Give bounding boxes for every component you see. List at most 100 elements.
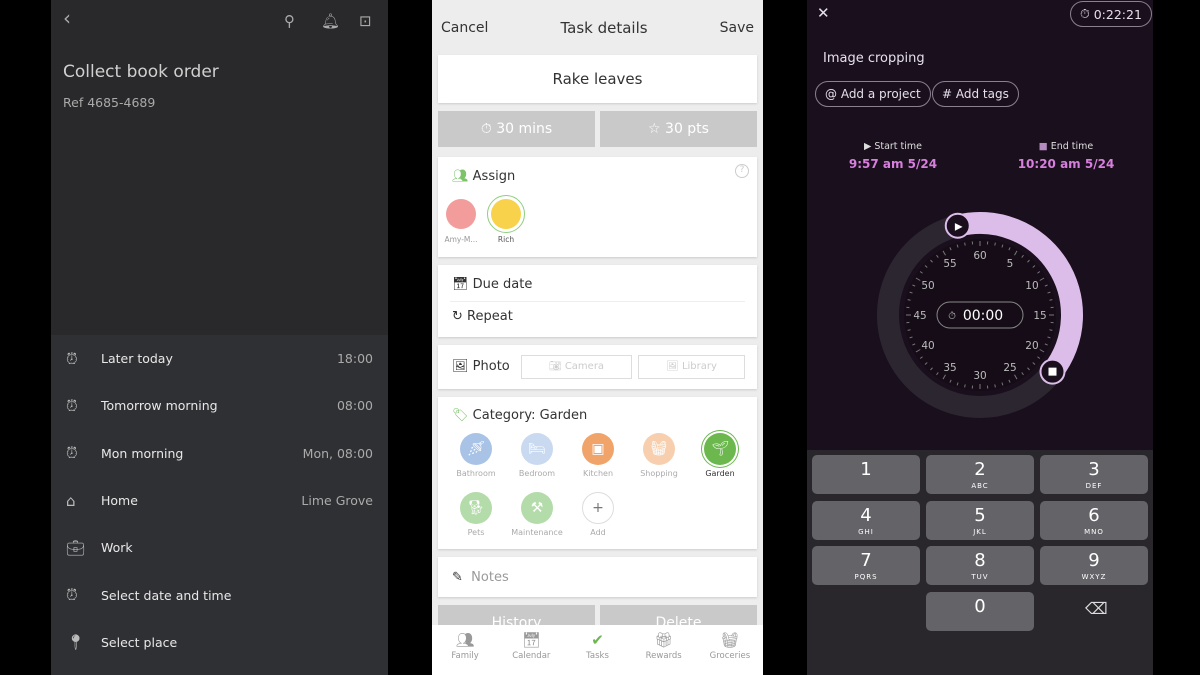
category-garden[interactable]: 🌱︎ Garden — [690, 433, 750, 478]
nav-calendar[interactable]: 📅︎ Calendar — [498, 625, 564, 675]
dial-tick: 55 — [943, 258, 956, 270]
end-time[interactable]: ■ End time 10:20 am 5/24 — [1006, 141, 1126, 171]
reminder-option[interactable]: ⏰︎ Select date and time — [51, 571, 388, 618]
keypad: 1 2 ABC 3 DEF 4 GHI 5 JKL 6 MNO 7 PQRS 8 TUV 9 WXYZ 0 ⌫ — [807, 450, 1153, 675]
play-icon: ▶ — [955, 222, 963, 233]
timer-badge[interactable]: ⏱ 0:22:21 — [1070, 1, 1152, 27]
key-7[interactable]: 7 PQRS — [812, 546, 920, 585]
bottom-nav: 👥︎ Family 📅︎ Calendar ✔ Tasks 🎁︎ Rewards 🧺︎ Groce… — [432, 625, 763, 675]
time-dial[interactable]: 60 5 10 15 20 25 30 35 40 45 50 55 ⏱ 00:00 ▶ — [807, 200, 1153, 440]
task-details-panel: Cancel Task details Save Rake leaves ⏱ 3… — [432, 0, 763, 675]
key-9[interactable]: 9 WXYZ — [1040, 546, 1148, 585]
avatar-amy[interactable] — [446, 199, 476, 229]
alarm-icon: ⏰︎ — [66, 396, 78, 415]
bell-icon[interactable]: 🔔︎ — [321, 12, 340, 30]
back-icon[interactable]: ‹ — [63, 6, 71, 30]
category-icon: + — [582, 492, 614, 524]
add-tags-button[interactable]: # Add tags — [932, 81, 1019, 107]
backspace-icon[interactable]: ⌫ — [1085, 599, 1108, 618]
briefcase-icon: 💼︎ — [66, 538, 86, 557]
avatar-label: Amy-M... — [444, 235, 478, 244]
dial-tick: 15 — [1033, 310, 1046, 322]
due-date-row[interactable]: 📅︎ Due date — [452, 277, 532, 292]
star-icon: ☆ — [648, 121, 666, 137]
points-button[interactable]: ☆ 30 pts — [600, 111, 757, 147]
category-icon: 🌱︎ — [704, 433, 736, 465]
category-kitchen[interactable]: ▣ Kitchen — [568, 433, 628, 478]
key-5[interactable]: 5 JKL — [926, 500, 1034, 540]
dial-tick: 60 — [973, 250, 986, 262]
duration-button[interactable]: ⏱ 30 mins — [438, 111, 595, 147]
library-button[interactable]: 🖼︎ Library — [638, 355, 745, 379]
nav-groceries[interactable]: 🧺︎ Groceries — [697, 625, 763, 675]
start-time[interactable]: ▶ Start time 9:57 am 5/24 — [833, 141, 953, 171]
dial-tick: 10 — [1025, 280, 1038, 292]
notes-input[interactable]: ✎ Notes — [438, 557, 757, 597]
category-icon: 🛏︎ — [521, 433, 553, 465]
category-bathroom[interactable]: 🚿︎ Bathroom — [446, 433, 506, 478]
dial-value: 00:00 — [963, 308, 1003, 324]
key-1[interactable]: 1 — [812, 455, 920, 494]
dial-tick: 20 — [1025, 340, 1038, 352]
dial-tick: 5 — [1007, 258, 1014, 270]
note-title[interactable]: Collect book order — [63, 62, 219, 82]
category-icon: 🧺︎ — [643, 433, 675, 465]
photo-card: 🖼︎ Photo 📷︎ Camera 🖼︎ Library — [438, 345, 757, 389]
key-6[interactable]: 6 MNO — [1040, 500, 1148, 540]
calendar-icon: 📅︎ — [452, 277, 469, 292]
category-bedroom[interactable]: 🛏︎ Bedroom — [507, 433, 567, 478]
category-card: 🏷︎ Category: Garden 🚿︎ Bathroom 🛏︎ Bedroom ▣… — [438, 397, 757, 549]
family-icon: 👥︎ — [455, 631, 475, 649]
reminder-panel: ‹ ⚲ 🔔︎ ⊡ Collect book order Ref 4685-468… — [51, 0, 388, 675]
category-pets[interactable]: 🐕︎ Pets — [446, 492, 506, 537]
timer-panel: ✕ ⏱ 0:22:21 Image cropping @ Add a proje… — [807, 0, 1153, 675]
key-0[interactable]: 0 — [926, 591, 1034, 631]
save-button[interactable]: Save — [720, 20, 754, 36]
stopwatch-icon: ⏱ — [1080, 6, 1094, 21]
alarm-icon: ⏰︎ — [66, 586, 78, 605]
nav-family[interactable]: 👥︎ Family — [432, 625, 498, 675]
help-icon[interactable]: ? — [735, 164, 749, 178]
rewards-icon: 🎁︎ — [654, 631, 674, 649]
close-icon[interactable]: ✕ — [817, 4, 830, 22]
cancel-button[interactable]: Cancel — [441, 20, 488, 36]
calendar-icon: 📅︎ — [521, 631, 541, 649]
nav-tasks[interactable]: ✔ Tasks — [564, 625, 630, 675]
category-add[interactable]: + Add — [568, 492, 628, 537]
pin-icon: 📍︎ — [66, 633, 86, 652]
category-maintenance[interactable]: ⚒︎ Maintenance — [507, 492, 567, 537]
reminder-option[interactable]: 💼︎ Work — [51, 524, 388, 571]
reminder-option[interactable]: ⏰︎ Tomorrow morning 08:00 — [51, 382, 388, 429]
key-4[interactable]: 4 GHI — [812, 500, 920, 540]
dial-tick: 40 — [921, 340, 934, 352]
note-body[interactable]: Ref 4685-4689 — [63, 95, 155, 110]
reminder-option[interactable]: ⌂ Home Lime Grove — [51, 477, 388, 524]
avatar-rich[interactable] — [487, 195, 525, 233]
tasks-icon: ✔ — [591, 631, 604, 649]
reminder-option[interactable]: ⏰︎ Later today 18:00 — [51, 335, 388, 382]
pin-icon[interactable]: ⚲ — [284, 12, 295, 30]
task-name[interactable]: Image cropping — [823, 51, 925, 66]
category-shopping[interactable]: 🧺︎ Shopping — [629, 433, 689, 478]
key-8[interactable]: 8 TUV — [926, 546, 1034, 585]
stop-icon — [1048, 367, 1057, 376]
reminder-option[interactable]: ⏰︎ Mon morning Mon, 08:00 — [51, 430, 388, 477]
alarm-icon: ⏰︎ — [66, 444, 78, 463]
task-name-input[interactable]: Rake leaves — [438, 55, 757, 103]
alarm-icon: ⏰︎ — [66, 349, 78, 368]
add-project-button[interactable]: @ Add a project — [815, 81, 931, 107]
dial-tick: 35 — [943, 362, 956, 374]
nav-rewards[interactable]: 🎁︎ Rewards — [631, 625, 697, 675]
key-2[interactable]: 2 ABC — [926, 455, 1034, 494]
tag-icon: 🏷︎ — [452, 408, 469, 423]
archive-icon[interactable]: ⊡ — [359, 12, 372, 30]
repeat-row[interactable]: ↻ Repeat — [452, 309, 513, 324]
reminder-option[interactable]: 📍︎ Select place — [51, 619, 388, 666]
pencil-icon: ✎ — [452, 569, 472, 585]
assign-card: 👥︎ Assign ? Amy-M... Rich — [438, 157, 757, 257]
key-3[interactable]: 3 DEF — [1040, 455, 1148, 494]
dial-tick: 45 — [913, 310, 926, 322]
category-icon: ⚒︎ — [521, 492, 553, 524]
avatar-label: Rich — [497, 235, 515, 244]
camera-button[interactable]: 📷︎ Camera — [521, 355, 632, 379]
